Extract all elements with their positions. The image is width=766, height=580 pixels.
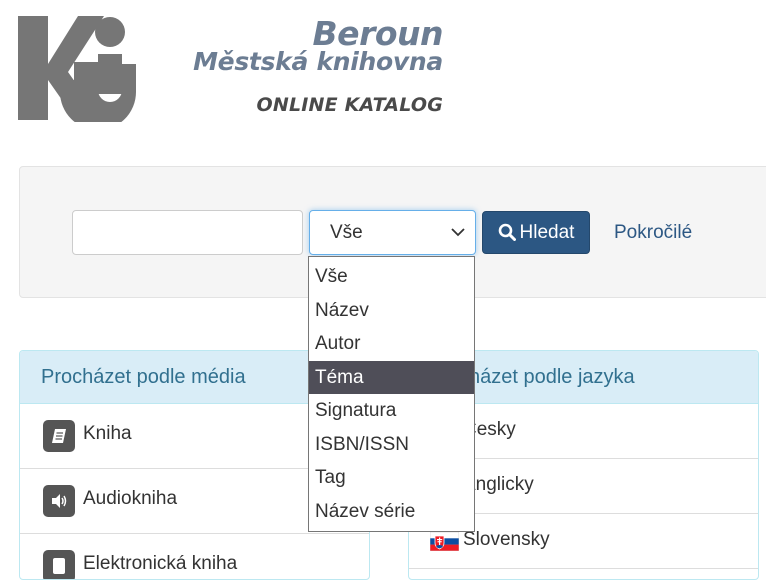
chevron-down-icon (451, 228, 465, 237)
scope-option-signatura[interactable]: Signatura (309, 394, 474, 428)
media-item-label: Elektronická kniha (83, 553, 238, 574)
scope-option-nazev[interactable]: Název (309, 294, 474, 328)
scope-option-tag[interactable]: Tag (309, 461, 474, 495)
media-item-label: Audiokniha (83, 488, 178, 509)
scope-option-autor[interactable]: Autor (309, 327, 474, 361)
scope-option-nazev-serie[interactable]: Název série (309, 495, 474, 529)
brand-library-name: Městská knihovna (193, 47, 443, 76)
language-item-label: Slovensky (463, 529, 550, 550)
scope-option-isbn-issn[interactable]: ISBN/ISSN (309, 428, 474, 462)
search-input[interactable] (72, 210, 303, 255)
search-scope-value: Vše (330, 222, 363, 243)
book-icon (43, 420, 75, 452)
scope-option-vse[interactable]: Vše (309, 260, 474, 294)
speaker-icon (43, 485, 75, 517)
search-scope-dropdown: Vše Název Autor Téma Signatura ISBN/ISSN… (308, 256, 475, 532)
search-button-label: Hledat (519, 222, 575, 243)
media-item-ebook[interactable]: Elektronická kniha (20, 534, 369, 579)
scope-option-tema[interactable]: Téma (309, 360, 474, 394)
brand-catalog: ONLINE KATALOG (256, 94, 443, 116)
ebook-icon (43, 550, 75, 579)
advanced-search-link[interactable]: Pokročilé (614, 221, 692, 245)
search-button[interactable]: Hledat (482, 211, 590, 254)
search-scope-select[interactable]: Vše (309, 210, 476, 255)
flag-sk-icon (430, 532, 459, 551)
search-icon (498, 223, 516, 241)
media-item-label: Kniha (83, 423, 132, 444)
library-logo (18, 16, 136, 122)
